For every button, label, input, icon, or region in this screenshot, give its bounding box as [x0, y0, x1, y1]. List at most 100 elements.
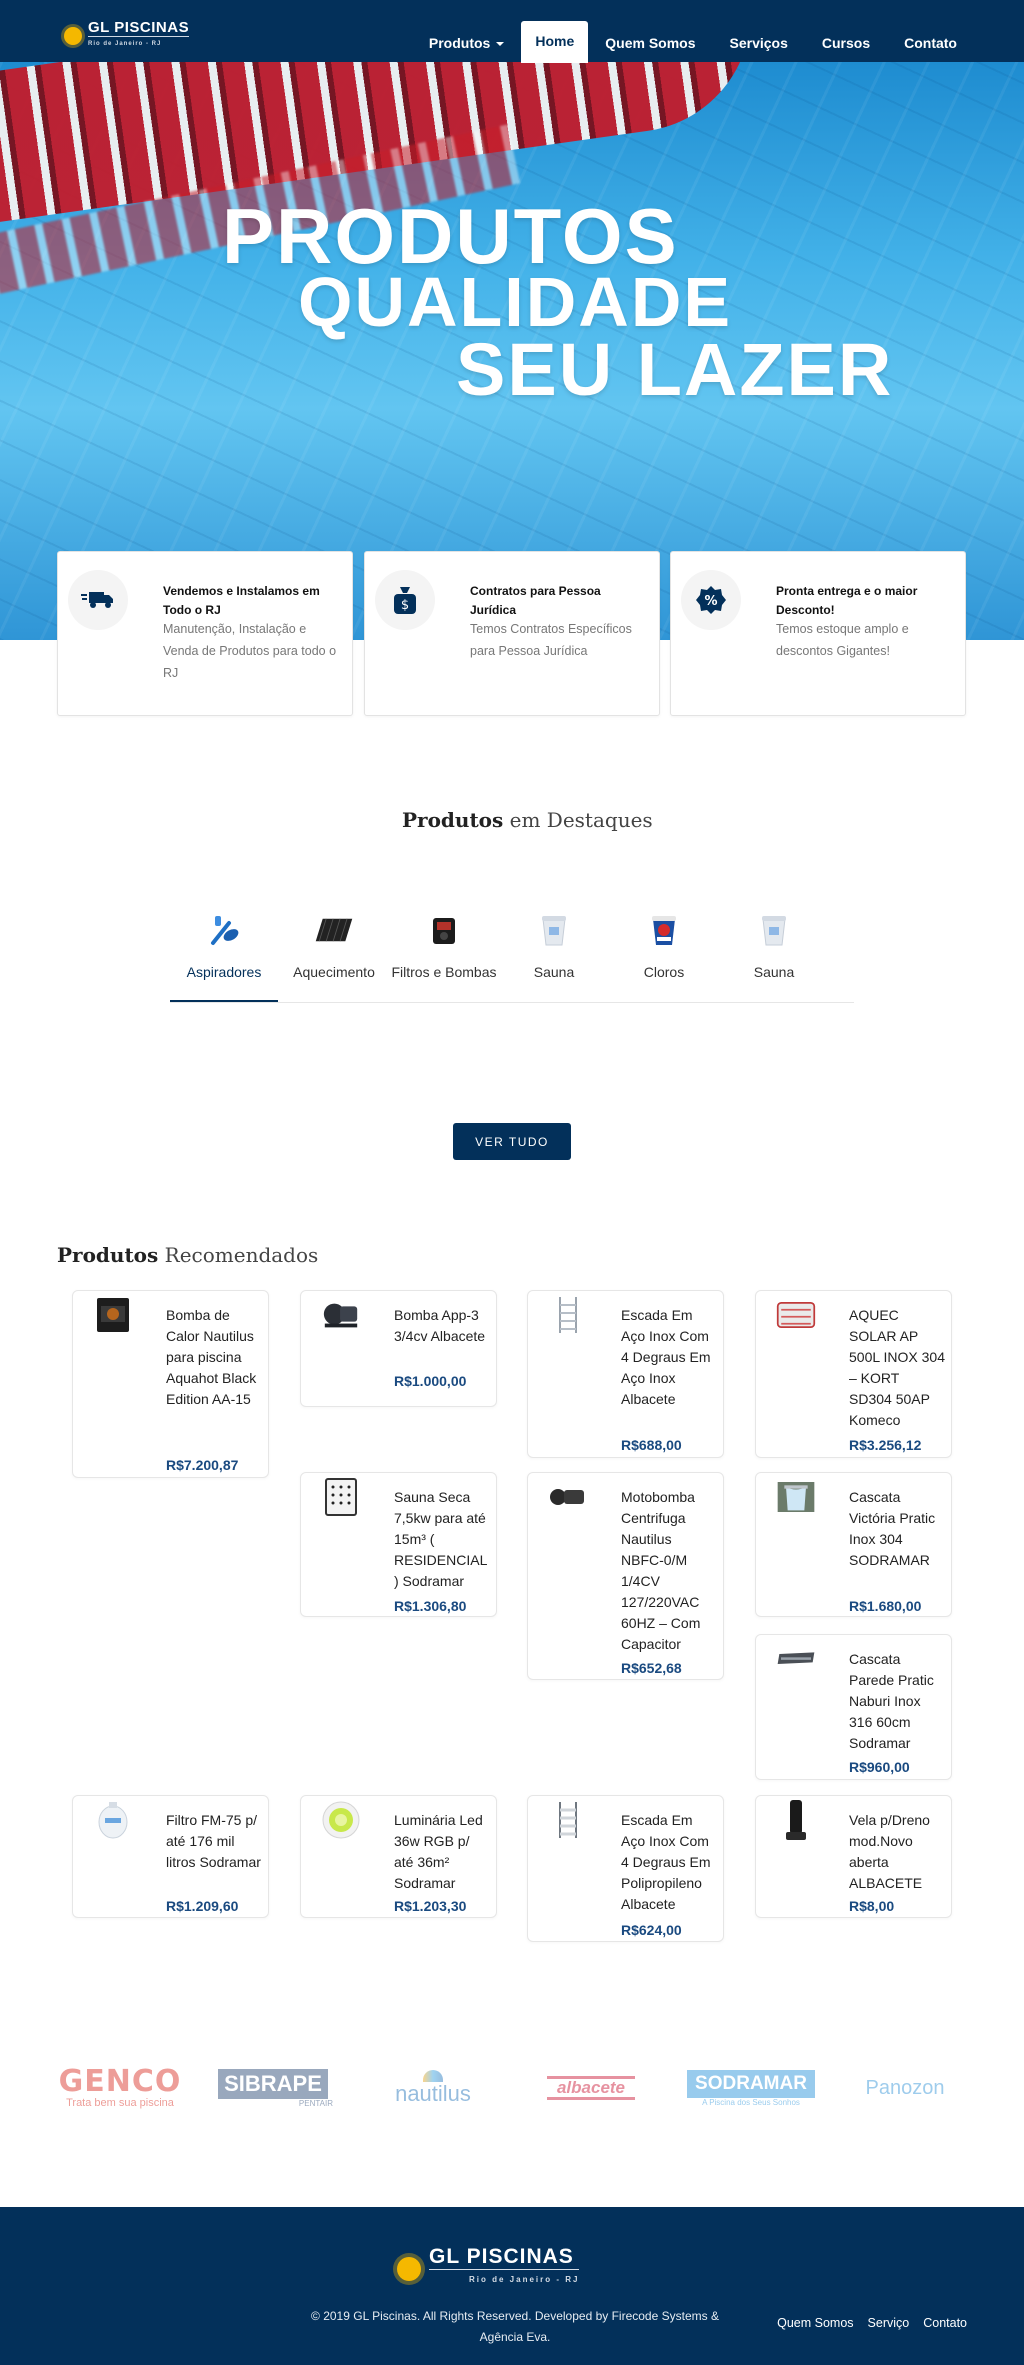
product-name: Luminária Led 36w RGB p/ até 36m² Sodram… — [394, 1812, 483, 1891]
solar-panel-icon — [314, 910, 354, 950]
product-price: R$624,00 — [621, 1922, 682, 1938]
logo-name: GL PISCINAS — [88, 19, 190, 36]
truck-icon — [68, 570, 128, 630]
chevron-down-icon — [496, 42, 505, 46]
nav-item-quem-somos[interactable]: Quem Somos — [588, 34, 712, 52]
filter-tank-icon — [93, 1800, 133, 1840]
feature-card-install: Vendemos e Instalamos em Todo o RJ Manut… — [57, 551, 353, 716]
brand-logo-albacete[interactable]: albacete — [526, 2062, 656, 2114]
brand-logo-sibrape[interactable]: SIBRAPE PENTAIR — [213, 2062, 333, 2114]
product-name: Escada Em Aço Inox Com 4 Degraus Em Aço … — [621, 1307, 711, 1407]
product-card[interactable]: Bomba App-3 3/4cv Albacete R$1.000,00 — [300, 1290, 497, 1407]
percent-badge-icon: % — [681, 570, 741, 630]
product-card[interactable]: Bomba de Calor Nautilus para piscina Aqu… — [72, 1290, 269, 1478]
nav-item-produtos[interactable]: Produtos — [412, 34, 521, 52]
product-card[interactable]: Luminária Led 36w RGB p/ até 36m² Sodram… — [300, 1795, 497, 1918]
product-name: Bomba de Calor Nautilus para piscina Aqu… — [166, 1307, 257, 1407]
product-price: R$1.000,00 — [394, 1373, 467, 1389]
nav-item-home[interactable]: Home — [521, 21, 589, 63]
nav-item-contato[interactable]: Contato — [887, 34, 974, 52]
sauna-heater-icon — [321, 1477, 361, 1517]
product-price: R$1.209,60 — [166, 1898, 239, 1914]
bucket-icon — [534, 910, 574, 950]
page: GL PISCINAS Rio de Janeiro - RJ Produtos… — [0, 0, 1024, 2365]
hero-line-3: SEU LAZER — [456, 328, 894, 411]
product-price: R$7.200,87 — [166, 1457, 239, 1473]
product-price: R$960,00 — [849, 1759, 910, 1775]
drain-pipe-icon — [776, 1800, 816, 1840]
feature-title: Vendemos e Instalamos em Todo o RJ — [163, 584, 320, 617]
footer: GL PISCINAS Rio de Janeiro - RJ © 2019 G… — [0, 2207, 1024, 2365]
feature-title: Pronta entrega e o maior Desconto! — [776, 584, 918, 617]
feature-card-discount: % Pronta entrega e o maior Desconto! Tem… — [670, 551, 966, 716]
product-card[interactable]: Cascata Parede Pratic Naburi Inox 316 60… — [755, 1634, 952, 1780]
product-price: R$688,00 — [621, 1437, 682, 1453]
product-card[interactable]: Escada Em Aço Inox Com 4 Degraus Em Aço … — [527, 1290, 724, 1458]
main-menu: Produtos Home Quem Somos Serviços Cursos… — [412, 21, 974, 64]
pool-ladder-icon — [548, 1800, 588, 1840]
logo-tagline: Rio de Janeiro - RJ — [88, 36, 190, 52]
motor-pump-icon — [548, 1477, 588, 1517]
tab-sauna[interactable]: Sauna — [500, 910, 608, 1002]
brand-logo-sodramar[interactable]: SODRAMAR A Piscina dos Seus Sonhos — [686, 2062, 816, 2114]
product-card[interactable]: Vela p/Dreno mod.Novo aberta ALBACETE R$… — [755, 1795, 952, 1918]
footer-links: Quem Somos Serviço Contato — [777, 2316, 967, 2330]
product-card[interactable]: Motobomba Centrifuga Nautilus NBFC-0/M 1… — [527, 1472, 724, 1680]
product-name: AQUEC SOLAR AP 500L INOX 304 – KORT SD30… — [849, 1307, 945, 1428]
footer-link-quem-somos[interactable]: Quem Somos — [777, 2316, 853, 2330]
waterfall-icon — [776, 1477, 816, 1517]
pool-ladder-icon — [548, 1295, 588, 1335]
product-name: Cascata Victória Pratic Inox 304 SODRAMA… — [849, 1489, 936, 1568]
tab-aspiradores[interactable]: Aspiradores — [170, 910, 278, 1002]
nav-item-servicos[interactable]: Serviços — [713, 34, 805, 52]
brand-logo-nautilus[interactable]: nautilus — [388, 2062, 478, 2114]
brand-logo-panozon[interactable]: Panozon — [845, 2062, 965, 2114]
pump-icon — [424, 910, 464, 950]
product-name: Sauna Seca 7,5kw para até 15m³ ( RESIDEN… — [394, 1489, 487, 1589]
product-name: Filtro FM-75 p/ até 176 mil litros Sodra… — [166, 1812, 261, 1870]
nav-item-cursos[interactable]: Cursos — [805, 34, 887, 52]
product-card[interactable]: Filtro FM-75 p/ até 176 mil litros Sodra… — [72, 1795, 269, 1918]
money-bag-icon: $ — [375, 570, 435, 630]
feature-description: Temos estoque amplo e descontos Gigantes… — [776, 622, 909, 658]
featured-section-title: Produtos em Destaques — [402, 808, 653, 832]
tab-aquecimento[interactable]: Aquecimento — [280, 910, 388, 1002]
tab-sauna-2[interactable]: Sauna — [720, 910, 828, 1002]
footer-link-contato[interactable]: Contato — [923, 2316, 967, 2330]
product-card[interactable]: Cascata Victória Pratic Inox 304 SODRAMA… — [755, 1472, 952, 1617]
svg-text:$: $ — [401, 598, 409, 613]
product-price: R$3.256,12 — [849, 1437, 922, 1453]
chlorine-bucket-icon — [644, 910, 684, 950]
feature-card-contracts: $ Contratos para Pessoa Jurídica Temos C… — [364, 551, 660, 716]
brand-logo-genco[interactable]: GENCO Trata bem sua piscina — [55, 2062, 185, 2114]
tab-filtros-e-bombas[interactable]: Filtros e Bombas — [390, 910, 498, 1002]
feature-description: Manutenção, Instalação e Venda de Produt… — [163, 622, 337, 680]
site-logo[interactable]: GL PISCINAS Rio de Janeiro - RJ — [64, 19, 190, 52]
footer-logo-tagline: Rio de Janeiro - RJ — [429, 2269, 580, 2290]
product-price: R$1.203,30 — [394, 1898, 467, 1914]
product-card[interactable]: AQUEC SOLAR AP 500L INOX 304 – KORT SD30… — [755, 1290, 952, 1458]
top-navbar: GL PISCINAS Rio de Janeiro - RJ Produtos… — [0, 0, 1024, 64]
product-name: Bomba App-3 3/4cv Albacete — [394, 1307, 486, 1344]
pool-pump-icon — [321, 1295, 361, 1335]
product-name: Escada Em Aço Inox Com 4 Degraus Em Poli… — [621, 1812, 711, 1912]
product-card[interactable]: Escada Em Aço Inox Com 4 Degraus Em Poli… — [527, 1795, 724, 1942]
feature-description: Temos Contratos Específicos para Pessoa … — [470, 622, 632, 658]
footer-logo[interactable]: GL PISCINAS Rio de Janeiro - RJ — [397, 2246, 580, 2290]
tab-cloros[interactable]: Cloros — [610, 910, 718, 1002]
wall-cascade-icon — [776, 1639, 816, 1679]
product-name: Cascata Parede Pratic Naburi Inox 316 60… — [849, 1651, 934, 1751]
svg-text:%: % — [704, 594, 717, 609]
feature-title: Contratos para Pessoa Jurídica — [470, 584, 601, 617]
footer-link-servico[interactable]: Serviço — [868, 2316, 910, 2330]
featured-category-tabs: Aspiradores Aquecimento Filtros e Bombas… — [170, 900, 854, 1003]
ver-tudo-button[interactable]: VER TUDO — [453, 1123, 571, 1160]
product-price: R$1.680,00 — [849, 1598, 922, 1614]
hero-line-2: QUALIDADE — [298, 263, 733, 341]
product-price: R$8,00 — [849, 1898, 895, 1914]
sun-logo-icon — [397, 2256, 421, 2281]
led-light-icon — [321, 1800, 361, 1840]
product-card[interactable]: Sauna Seca 7,5kw para até 15m³ ( RESIDEN… — [300, 1472, 497, 1617]
recommended-section-title: Produtos Recomendados — [57, 1243, 319, 1267]
product-price: R$1.306,80 — [394, 1598, 467, 1614]
